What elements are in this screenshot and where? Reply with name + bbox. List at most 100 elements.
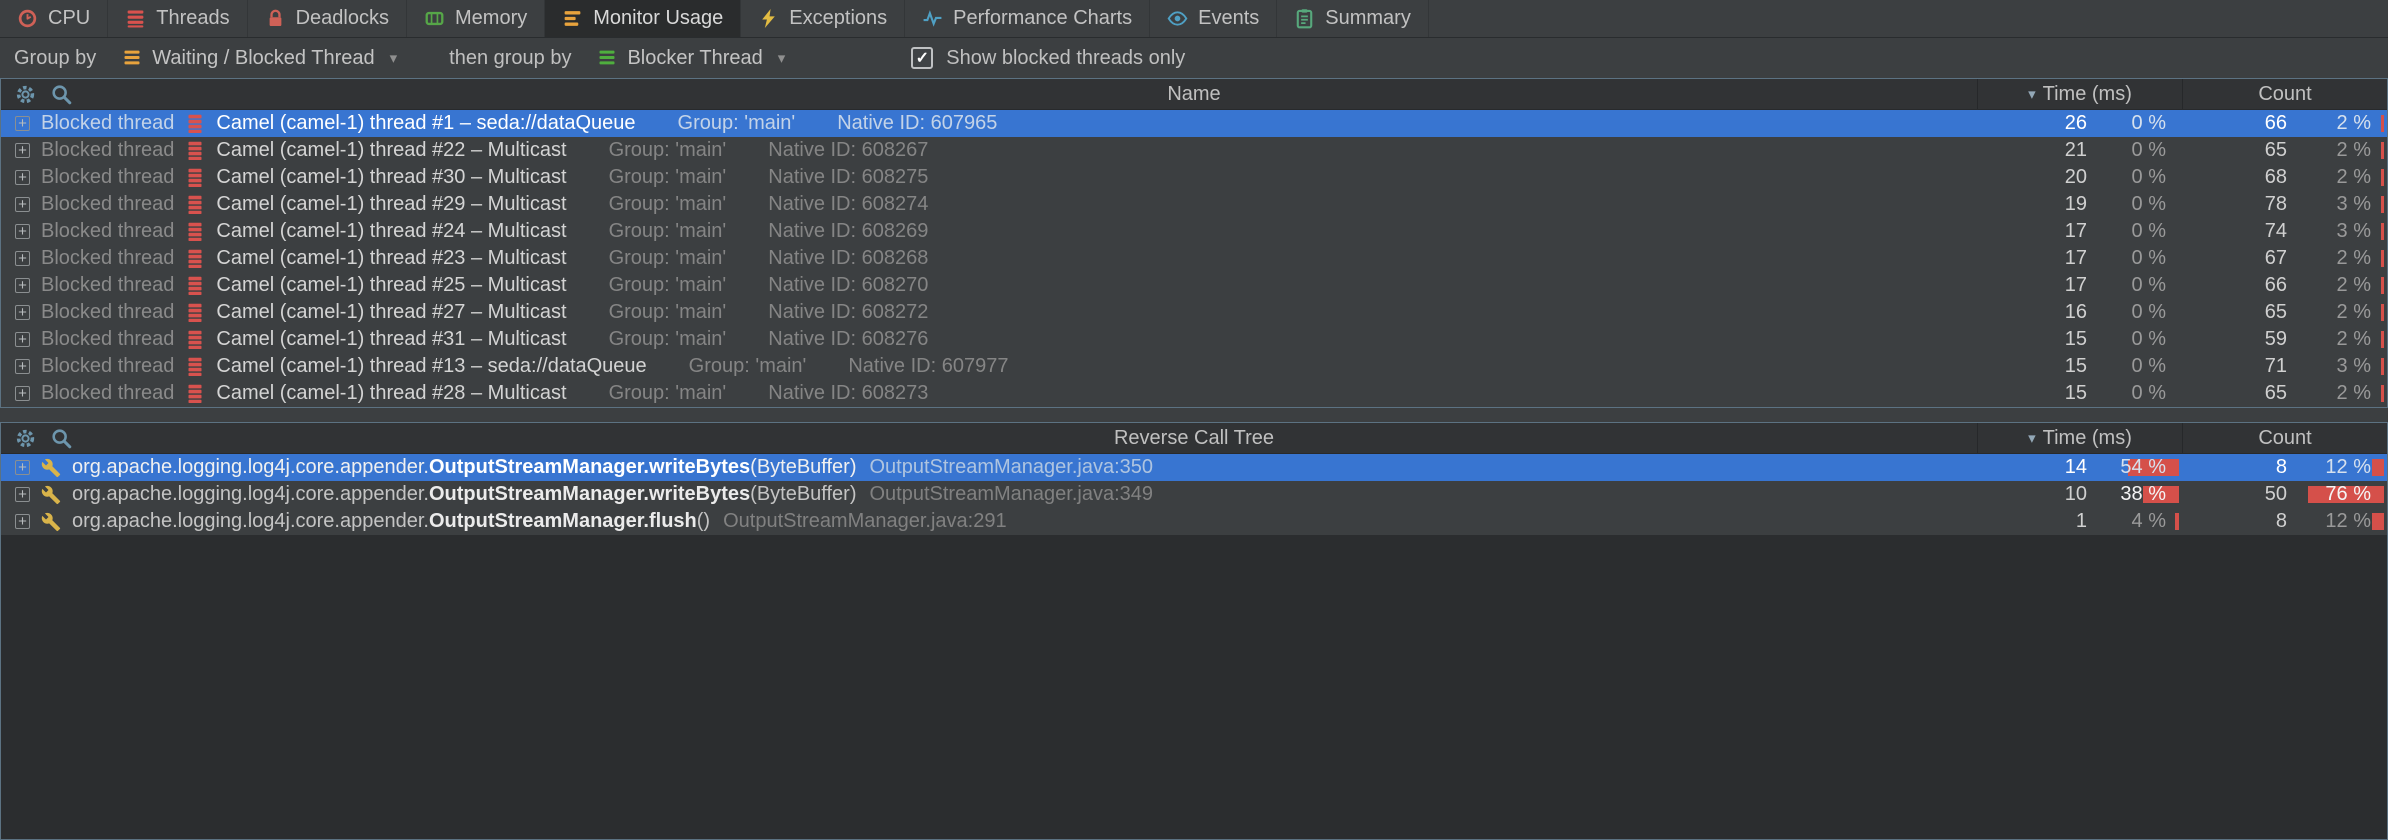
source-location: OutputStreamManager.java:291 bbox=[723, 510, 1007, 533]
cpu-clock-icon bbox=[17, 8, 38, 29]
time-pct-value: 54 % bbox=[2120, 456, 2166, 478]
thread-group: Group: 'main' bbox=[609, 301, 727, 324]
gear-icon[interactable] bbox=[14, 83, 37, 106]
expand-icon[interactable] bbox=[15, 514, 30, 529]
tab-cpu[interactable]: CPU bbox=[0, 0, 108, 37]
time-pct-value: 0 % bbox=[2132, 301, 2166, 323]
show-blocked-threads-toggle[interactable]: Show blocked threads only bbox=[911, 47, 1185, 70]
method-args: () bbox=[697, 510, 710, 532]
expand-icon[interactable] bbox=[15, 278, 30, 293]
thread-kind-label: Blocked thread bbox=[41, 193, 174, 216]
checkbox-checked-icon[interactable] bbox=[911, 47, 933, 69]
method-package: org.apache.logging.log4j.core.appender. bbox=[72, 456, 429, 478]
tab-monitor-usage[interactable]: Monitor Usage bbox=[545, 0, 741, 37]
tab-label: Performance Charts bbox=[953, 7, 1132, 30]
expand-icon[interactable] bbox=[15, 460, 30, 475]
show-blocked-threads-label: Show blocked threads only bbox=[946, 47, 1185, 70]
tab-deadlocks[interactable]: Deadlocks bbox=[248, 0, 407, 37]
count-pct-value: 2 % bbox=[2337, 166, 2371, 188]
time-ms-value: 19 bbox=[1977, 193, 2087, 216]
thread-row[interactable]: Blocked thread Camel (camel-1) thread #3… bbox=[1, 164, 2387, 191]
time-pct-value: 0 % bbox=[2132, 166, 2166, 188]
column-header-time[interactable]: ▾ Time (ms) bbox=[1977, 423, 2182, 453]
gear-icon[interactable] bbox=[14, 427, 37, 450]
time-pct-cell: 54 % bbox=[2087, 456, 2182, 479]
group-by-dropdown[interactable]: Waiting / Blocked Thread ▾ bbox=[114, 44, 405, 73]
thread-group: Group: 'main' bbox=[609, 166, 727, 189]
count-pct-value: 2 % bbox=[2337, 301, 2371, 323]
thread-kind-label: Blocked thread bbox=[41, 166, 174, 189]
monitor-usage-icon bbox=[562, 8, 583, 29]
thread-row[interactable]: Blocked thread Camel (camel-1) thread #2… bbox=[1, 137, 2387, 164]
blocked-thread-icon bbox=[187, 357, 203, 377]
tab-events[interactable]: Events bbox=[1150, 0, 1277, 37]
thread-row[interactable]: Blocked thread Camel (camel-1) thread #2… bbox=[1, 245, 2387, 272]
pct-bar bbox=[2381, 358, 2384, 375]
count-pct-cell: 2 % bbox=[2287, 328, 2387, 351]
tab-label: Summary bbox=[1325, 7, 1411, 30]
method-package: org.apache.logging.log4j.core.appender. bbox=[72, 483, 429, 505]
call-tree-row[interactable]: org.apache.logging.log4j.core.appender.O… bbox=[1, 508, 2387, 535]
threads-table: Blocked thread Camel (camel-1) thread #1… bbox=[1, 110, 2387, 407]
thread-name: Camel (camel-1) thread #30 – Multicast bbox=[216, 166, 566, 189]
call-tree-row[interactable]: org.apache.logging.log4j.core.appender.O… bbox=[1, 454, 2387, 481]
expand-icon[interactable] bbox=[15, 224, 30, 239]
thread-row[interactable]: Blocked thread Camel (camel-1) thread #2… bbox=[1, 299, 2387, 326]
pct-bar bbox=[2381, 385, 2384, 402]
expand-icon[interactable] bbox=[15, 305, 30, 320]
time-pct-cell: 0 % bbox=[2087, 382, 2182, 405]
expand-icon[interactable] bbox=[15, 170, 30, 185]
blocked-thread-icon bbox=[187, 114, 203, 134]
group-by-label: Group by bbox=[14, 47, 96, 70]
expand-icon[interactable] bbox=[15, 251, 30, 266]
blocked-thread-icon bbox=[187, 276, 203, 296]
call-tree-panel: Reverse Call Tree ▾ Time (ms) Count org.… bbox=[0, 422, 2388, 840]
tab-summary[interactable]: Summary bbox=[1277, 0, 1429, 37]
call-tree-row[interactable]: org.apache.logging.log4j.core.appender.O… bbox=[1, 481, 2387, 508]
tab-performance-charts[interactable]: Performance Charts bbox=[905, 0, 1150, 37]
time-pct-value: 0 % bbox=[2132, 355, 2166, 377]
pct-bar bbox=[2381, 115, 2384, 132]
search-icon[interactable] bbox=[50, 83, 73, 106]
thread-row[interactable]: Blocked thread Camel (camel-1) thread #3… bbox=[1, 326, 2387, 353]
thread-name: Camel (camel-1) thread #25 – Multicast bbox=[216, 274, 566, 297]
count-pct-value: 2 % bbox=[2337, 112, 2371, 134]
tab-memory[interactable]: Memory bbox=[407, 0, 545, 37]
expand-icon[interactable] bbox=[15, 197, 30, 212]
pct-bar bbox=[2175, 513, 2179, 530]
expand-icon[interactable] bbox=[15, 116, 30, 131]
header-right-columns: ▾ Time (ms) Count bbox=[1977, 79, 2387, 109]
expand-icon[interactable] bbox=[15, 386, 30, 401]
chevron-down-icon: ▾ bbox=[390, 49, 398, 67]
tab-threads[interactable]: Threads bbox=[108, 0, 247, 37]
tab-label: Memory bbox=[455, 7, 527, 30]
thread-row[interactable]: Blocked thread Camel (camel-1) thread #2… bbox=[1, 218, 2387, 245]
time-pct-value: 4 % bbox=[2132, 510, 2166, 532]
column-header-time[interactable]: ▾ Time (ms) bbox=[1977, 79, 2182, 109]
method-signature: org.apache.logging.log4j.core.appender.O… bbox=[72, 456, 857, 479]
thread-row[interactable]: Blocked thread Camel (camel-1) thread #2… bbox=[1, 380, 2387, 407]
tab-exceptions[interactable]: Exceptions bbox=[741, 0, 905, 37]
thread-name: Camel (camel-1) thread #29 – Multicast bbox=[216, 193, 566, 216]
expand-icon[interactable] bbox=[15, 332, 30, 347]
thread-row[interactable]: Blocked thread Camel (camel-1) thread #1… bbox=[1, 353, 2387, 380]
count-value: 65 bbox=[2182, 301, 2287, 324]
time-pct-value: 0 % bbox=[2132, 139, 2166, 161]
thread-row[interactable]: Blocked thread Camel (camel-1) thread #1… bbox=[1, 110, 2387, 137]
column-header-count[interactable]: Count bbox=[2182, 79, 2387, 109]
thread-group: Group: 'main' bbox=[689, 355, 807, 378]
panel-splitter[interactable] bbox=[0, 408, 2388, 422]
thread-native-id: Native ID: 608276 bbox=[768, 328, 928, 351]
column-header-count[interactable]: Count bbox=[2182, 423, 2387, 453]
thread-native-id: Native ID: 607977 bbox=[848, 355, 1008, 378]
thread-row[interactable]: Blocked thread Camel (camel-1) thread #2… bbox=[1, 191, 2387, 218]
then-group-by-dropdown[interactable]: Blocker Thread ▾ bbox=[589, 44, 793, 73]
count-pct-cell: 2 % bbox=[2287, 301, 2387, 324]
expand-icon[interactable] bbox=[15, 487, 30, 502]
search-icon[interactable] bbox=[50, 427, 73, 450]
expand-icon[interactable] bbox=[15, 359, 30, 374]
pct-bar bbox=[2381, 223, 2384, 240]
count-value: 8 bbox=[2182, 510, 2287, 533]
expand-icon[interactable] bbox=[15, 143, 30, 158]
thread-row[interactable]: Blocked thread Camel (camel-1) thread #2… bbox=[1, 272, 2387, 299]
